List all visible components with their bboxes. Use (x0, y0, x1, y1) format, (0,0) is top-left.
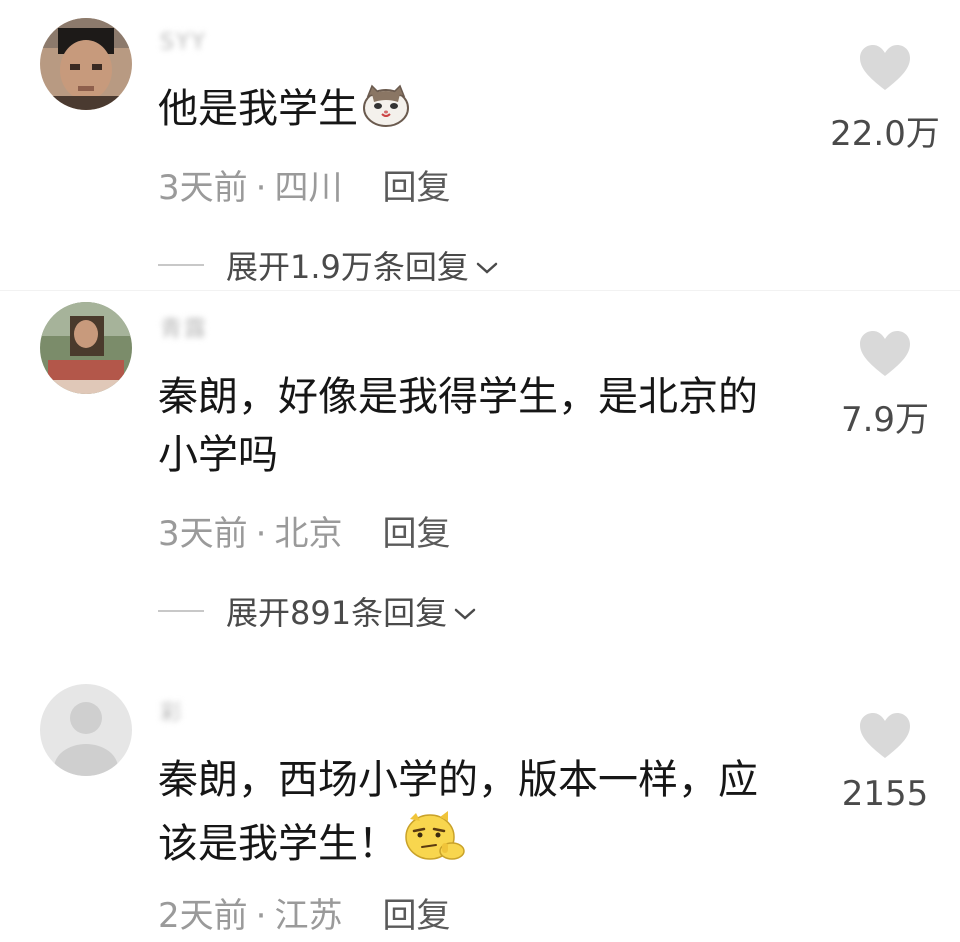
comment-location: 江苏 (274, 896, 343, 936)
like-count: 7.9万 (840, 400, 930, 440)
divider-line (158, 264, 204, 266)
avatar[interactable] (40, 302, 132, 394)
username[interactable]: SYY (160, 28, 207, 56)
avatar[interactable] (40, 684, 132, 776)
expand-label: 展开1.9万条回复 (226, 248, 469, 286)
like-button[interactable]: 22.0万 (820, 44, 950, 155)
username[interactable]: 彩 (160, 697, 185, 726)
separator-dot: · (255, 168, 267, 208)
comment-meta: 2天前 · 江苏 回复 (158, 888, 450, 937)
comment-line: 他是我学生 (158, 86, 358, 132)
comment-line: 秦朗，好像是我得学生，是北京的 (158, 374, 758, 420)
comment-text: 他是我学生 (158, 80, 838, 144)
comment-time: 3天前 (158, 168, 248, 208)
comment-line: 小学吗 (158, 432, 278, 478)
like-button[interactable]: 7.9万 (820, 330, 950, 441)
comment-line: 该是我学生！ (158, 821, 398, 867)
chevron-down-icon (475, 246, 499, 284)
comment-time: 2天前 (158, 896, 248, 936)
comment-line: 秦朗，西场小学的，版本一样，应 (158, 757, 758, 803)
comment-meta: 3天前 · 四川 回复 (158, 160, 450, 209)
like-count: 22.0万 (830, 114, 940, 154)
comment-location: 北京 (274, 514, 343, 554)
separator-dot: · (255, 514, 267, 554)
reply-button[interactable]: 回复 (382, 896, 450, 936)
expand-replies-button[interactable]: 展开1.9万条回复 (158, 242, 499, 288)
thinking-emoji (402, 809, 468, 879)
username[interactable]: 青露 (160, 313, 209, 342)
username-text: 彩 (160, 701, 185, 726)
username-text: SYY (160, 29, 207, 55)
heart-icon (858, 712, 912, 764)
like-count: 2155 (841, 774, 929, 814)
divider-line (158, 610, 204, 612)
cat-emoji (362, 84, 410, 144)
separator-dot: · (255, 896, 267, 936)
comment-text: 秦朗，好像是我得学生，是北京的 小学吗 (158, 368, 838, 484)
chevron-down-icon (453, 592, 477, 630)
username-text: 青露 (160, 317, 209, 342)
comment-time: 3天前 (158, 514, 248, 554)
reply-button[interactable]: 回复 (382, 514, 450, 554)
heart-icon (858, 44, 912, 96)
expand-replies-button[interactable]: 展开891条回复 (158, 588, 477, 634)
expand-label: 展开891条回复 (226, 594, 448, 632)
comment-text: 秦朗，西场小学的，版本一样，应 该是我学生！ (158, 751, 838, 879)
section-divider (0, 290, 960, 291)
comment-meta: 3天前 · 北京 回复 (158, 506, 450, 555)
avatar[interactable] (40, 18, 132, 110)
like-button[interactable]: 2155 (820, 712, 950, 814)
heart-icon (858, 330, 912, 382)
reply-button[interactable]: 回复 (382, 168, 450, 208)
comment-location: 四川 (274, 168, 343, 208)
